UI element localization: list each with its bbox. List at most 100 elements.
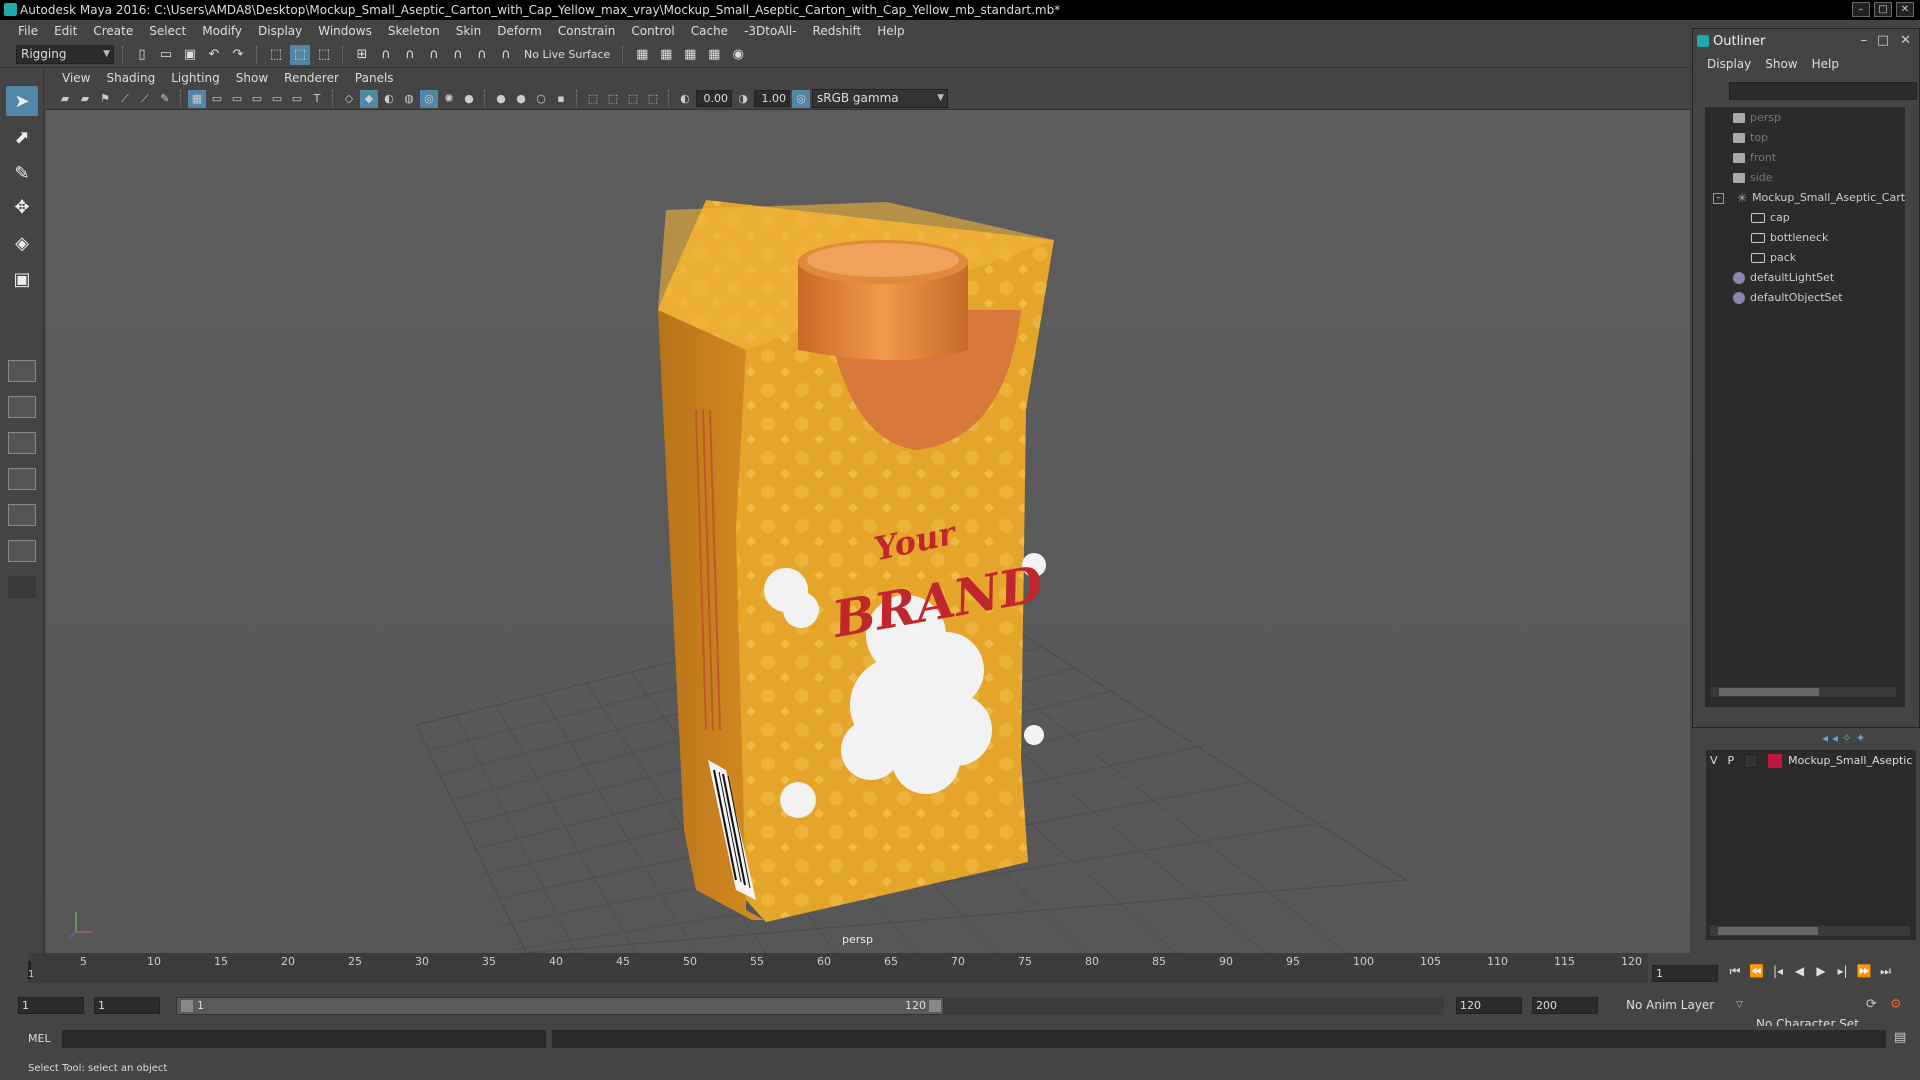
menu-modify[interactable]: Modify	[194, 24, 250, 38]
redo-icon[interactable]: ↷	[228, 45, 248, 65]
safe-title-icon[interactable]: T	[308, 90, 326, 108]
outliner-item-group[interactable]: – ✳ Mockup_Small_Aseptic_Cart	[1713, 189, 1905, 207]
animation-preferences-icon[interactable]: ⚙	[1890, 997, 1902, 1012]
outliner-minimize-icon[interactable]: –	[1861, 33, 1868, 48]
outliner-item-persp[interactable]: persp	[1733, 109, 1781, 127]
layer-visibility-toggle[interactable]: V	[1710, 752, 1718, 770]
animation-start-field[interactable]: 1	[18, 997, 84, 1014]
save-scene-icon[interactable]: ▣	[180, 45, 200, 65]
select-camera-icon[interactable]: ▰	[56, 90, 74, 108]
menu-set-dropdown[interactable]: Rigging ▼	[16, 45, 114, 64]
menu-constrain[interactable]: Constrain	[550, 24, 624, 38]
layer-horizontal-scrollbar[interactable]	[1710, 926, 1910, 936]
outliner-menu-show[interactable]: Show	[1765, 57, 1797, 71]
outliner-search-input[interactable]	[1729, 82, 1917, 100]
menu-3dtoall[interactable]: -3DtoAll-	[736, 24, 804, 38]
exposure-icon[interactable]: ◐	[676, 90, 694, 108]
outliner-item-bottleneck[interactable]: bottleneck	[1751, 229, 1828, 247]
open-scene-icon[interactable]: ▭	[156, 45, 176, 65]
outliner-item-lightset[interactable]: defaultLightSet	[1733, 269, 1834, 287]
menu-display[interactable]: Display	[250, 24, 310, 38]
command-language-label[interactable]: MEL	[28, 1032, 51, 1045]
panel-menu-view[interactable]: View	[54, 71, 98, 85]
magnet-icon[interactable]: ∩	[472, 45, 492, 65]
rotate-tool-icon[interactable]: ◈	[6, 228, 38, 258]
menu-redshift[interactable]: Redshift	[805, 24, 870, 38]
layer-tools-icons[interactable]: ◂ ◂ ✧ ✦	[1822, 731, 1866, 745]
panel-menu-renderer[interactable]: Renderer	[276, 71, 347, 85]
2d-pan-zoom-icon[interactable]: ⟋	[136, 90, 154, 108]
anti-aliasing-icon[interactable]: ●	[512, 90, 530, 108]
step-back-key-icon[interactable]: ⏪	[1748, 964, 1766, 978]
playback-start-field[interactable]: 1	[94, 997, 160, 1014]
new-scene-icon[interactable]: ▯	[132, 45, 152, 65]
gate-mask-icon[interactable]: ▭	[248, 90, 266, 108]
color-management-icon[interactable]: ◎	[792, 89, 810, 108]
xray-icon[interactable]: ⬚	[584, 90, 602, 108]
lasso-tool-icon[interactable]: ⬈	[6, 122, 38, 152]
image-plane-icon[interactable]: ⟋	[116, 90, 134, 108]
range-slider[interactable]: 1 120	[176, 997, 944, 1015]
render-frame-icon[interactable]: ▦	[656, 45, 676, 65]
outliner-item-objectset[interactable]: defaultObjectSet	[1733, 289, 1843, 307]
paint-select-icon[interactable]: ✎	[6, 158, 38, 188]
xray-joints-icon[interactable]: ⬚	[604, 90, 622, 108]
time-slider[interactable]: 1 5 10 15 20 25 30 35 40 45 50 55 60 65 …	[0, 953, 1920, 988]
scrollbar-thumb[interactable]	[1718, 927, 1818, 935]
move-tool-icon[interactable]: ✥	[6, 192, 38, 222]
menu-skeleton[interactable]: Skeleton	[380, 24, 448, 38]
layer-playback-toggle[interactable]: P	[1728, 752, 1735, 770]
outliner-item-cap[interactable]: cap	[1751, 209, 1790, 227]
outliner-item-side[interactable]: side	[1733, 169, 1773, 187]
film-gate-icon[interactable]: ▭	[208, 90, 226, 108]
persp-outliner-layout-icon[interactable]	[8, 432, 36, 454]
isolate-select-icon[interactable]: ▪	[552, 90, 570, 108]
layer-row[interactable]: V P Mockup_Small_Aseptic	[1710, 752, 1916, 770]
scale-tool-icon[interactable]: ▣	[6, 264, 38, 294]
menu-help[interactable]: Help	[869, 24, 912, 38]
gamma-field[interactable]: 1.00	[754, 90, 790, 107]
xray-components-icon[interactable]: ⬚	[624, 90, 642, 108]
current-frame-field[interactable]: 1	[1652, 965, 1718, 982]
auto-key-icon[interactable]: ⟳	[1866, 997, 1877, 1012]
live-surface-label[interactable]: No Live Surface	[520, 48, 614, 61]
time-slider-track[interactable]: 1 5 10 15 20 25 30 35 40 45 50 55 60 65 …	[28, 953, 1648, 983]
live-icon[interactable]: ∩	[496, 45, 516, 65]
anim-layer-dropdown[interactable]: No Anim Layer ▽	[1622, 997, 1746, 1016]
view-transform-dropdown[interactable]: sRGB gamma ▼	[812, 89, 948, 108]
go-to-end-icon[interactable]: ⏭	[1877, 964, 1895, 979]
more-layouts-icon[interactable]	[8, 576, 36, 598]
resolution-gate-icon[interactable]: ▭	[228, 90, 246, 108]
camera-attributes-icon[interactable]: ▰	[76, 90, 94, 108]
lights-icon[interactable]: ◎	[420, 89, 438, 108]
select-object-icon[interactable]: ⬚	[290, 44, 310, 65]
menu-cache[interactable]: Cache	[683, 24, 736, 38]
smooth-shade-icon[interactable]: ◆	[360, 89, 378, 108]
outliner-close-icon[interactable]: ✕	[1900, 33, 1911, 48]
hypershade-icon[interactable]: ◉	[728, 45, 748, 65]
outliner-menu-display[interactable]: Display	[1707, 57, 1751, 71]
go-to-start-icon[interactable]: ⏮	[1726, 964, 1744, 979]
snap-point-icon[interactable]: ∩	[400, 45, 420, 65]
render-view-icon[interactable]: ▦	[704, 45, 724, 65]
snap-view-icon[interactable]: ∩	[424, 45, 444, 65]
custom-layout-icon[interactable]	[8, 540, 36, 562]
outliner-item-pack[interactable]: pack	[1751, 249, 1796, 267]
four-view-layout-icon[interactable]	[8, 396, 36, 418]
panel-menu-show[interactable]: Show	[228, 71, 276, 85]
maximize-button[interactable]: □	[1874, 2, 1892, 17]
range-end-handle[interactable]	[929, 1000, 941, 1012]
layer-type-toggle[interactable]	[1744, 754, 1759, 768]
menu-control[interactable]: Control	[623, 24, 682, 38]
exposure-field[interactable]: 0.00	[696, 90, 732, 107]
textured-icon[interactable]: ◍	[400, 90, 418, 108]
snap-surface-icon[interactable]: ∩	[448, 45, 468, 65]
step-forward-frame-icon[interactable]: ▸|	[1834, 964, 1852, 978]
menu-windows[interactable]: Windows	[310, 24, 380, 38]
grid-icon[interactable]: ▦	[188, 89, 206, 108]
panel-menu-shading[interactable]: Shading	[98, 71, 163, 85]
animation-end-field[interactable]: 200	[1532, 997, 1598, 1014]
grease-pencil-icon[interactable]: ✎	[156, 90, 174, 108]
gamma-icon[interactable]: ◑	[734, 90, 752, 108]
layer-color-swatch[interactable]	[1768, 754, 1783, 768]
